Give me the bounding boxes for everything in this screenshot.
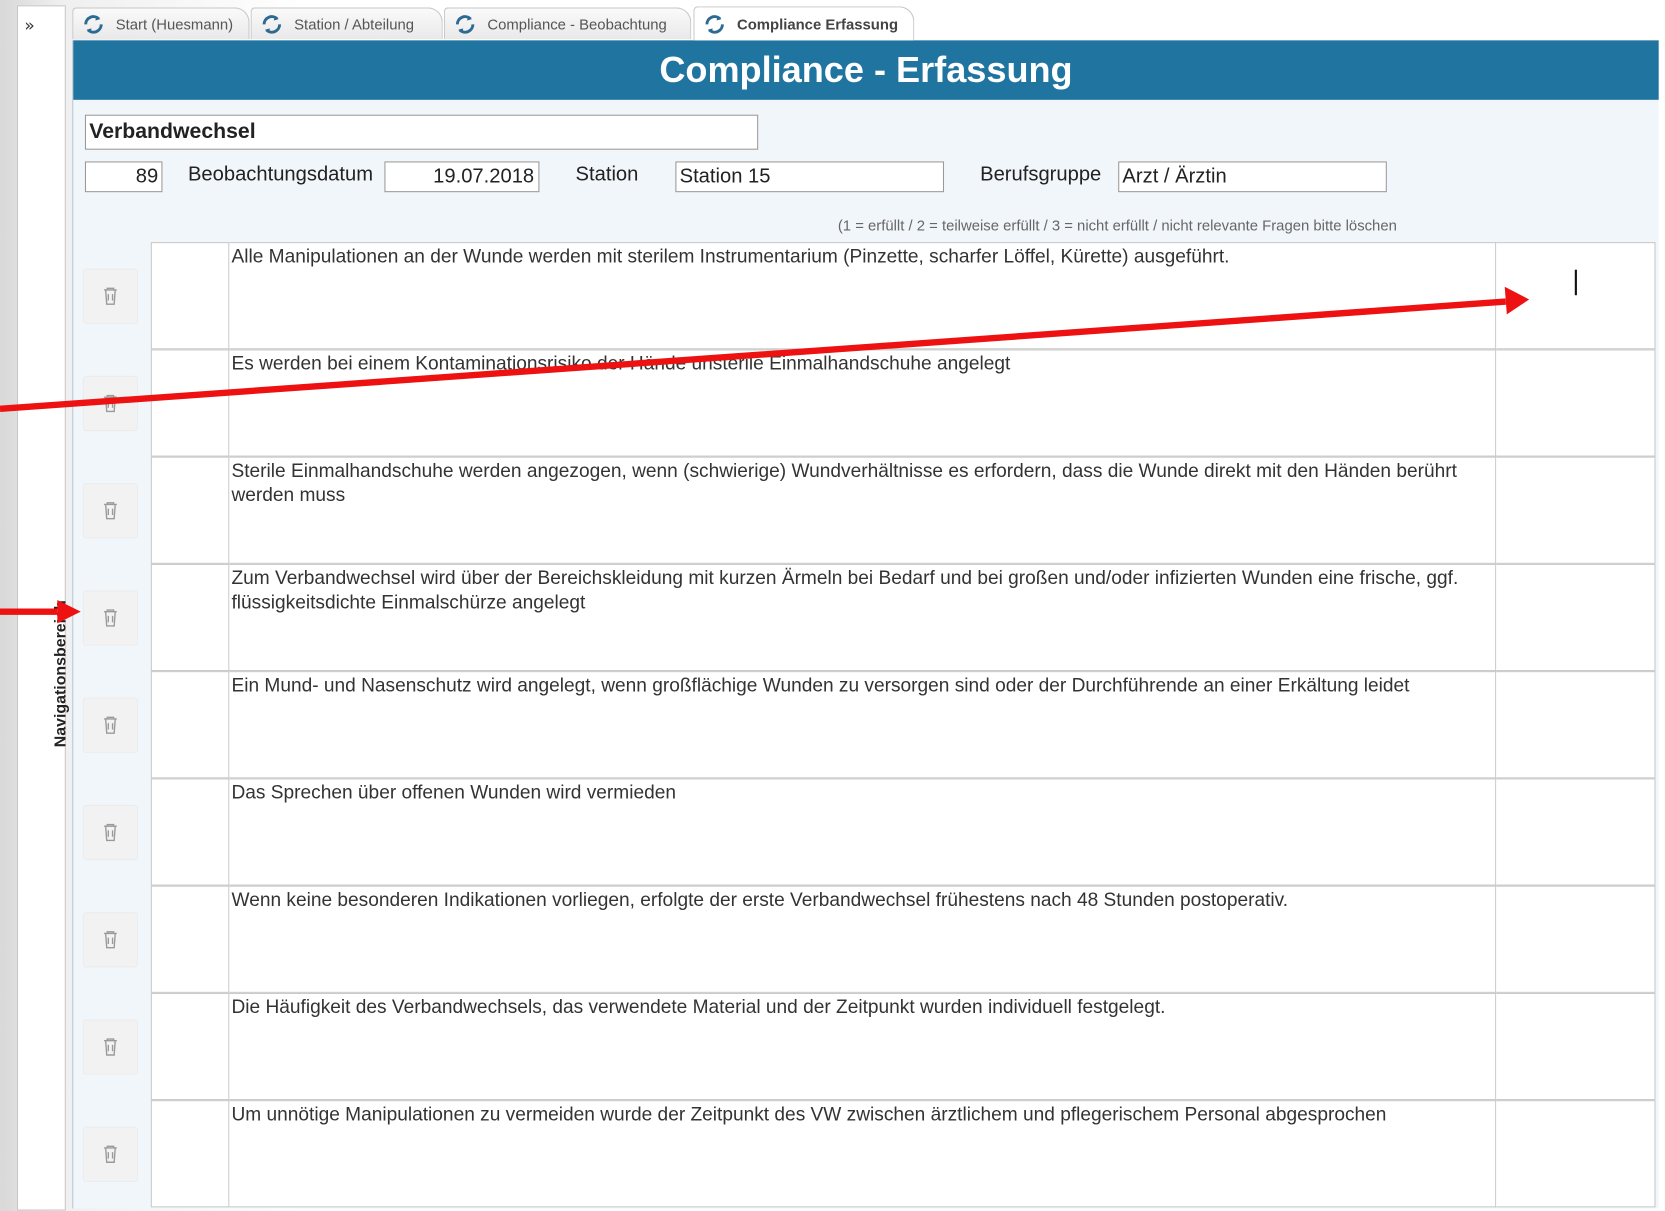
nav-expand-toggle[interactable]: » bbox=[24, 15, 34, 35]
trash-icon bbox=[104, 1145, 117, 1163]
question-row: Es werden bei einem Kontaminationsrisiko… bbox=[73, 349, 1656, 457]
question-text: Zum Verbandwechsel wird über der Bereich… bbox=[229, 563, 1497, 672]
profession-label: Berufsgruppe bbox=[980, 163, 1102, 186]
refresh-icon bbox=[84, 14, 103, 34]
question-row: Alle Manipulationen an der Wunde werden … bbox=[73, 242, 1656, 350]
tab-label: Station / Abteilung bbox=[294, 15, 415, 33]
answer-cell[interactable] bbox=[150, 671, 230, 779]
compliance-form: Compliance - Erfassung Verbandwechsel 89… bbox=[72, 40, 1659, 1209]
question-row: Um unnötige Manipulationen zu vermeiden … bbox=[73, 1100, 1656, 1208]
rating-input[interactable] bbox=[1496, 349, 1656, 457]
rating-input[interactable] bbox=[1496, 778, 1656, 886]
trash-icon bbox=[104, 931, 117, 949]
refresh-icon bbox=[705, 14, 724, 34]
trash-icon bbox=[104, 1038, 117, 1056]
answer-cell[interactable] bbox=[150, 456, 230, 564]
form-title: Compliance - Erfassung bbox=[73, 40, 1659, 100]
delete-row-button[interactable] bbox=[82, 804, 139, 861]
tab-start[interactable]: Start (Huesmann) bbox=[72, 7, 250, 40]
tab-station-abteilung[interactable]: Station / Abteilung bbox=[250, 7, 443, 40]
refresh-icon bbox=[455, 14, 475, 34]
answer-cell[interactable] bbox=[150, 778, 230, 886]
question-row: Zum Verbandwechsel wird über der Bereich… bbox=[73, 563, 1656, 672]
station-label: Station bbox=[575, 163, 639, 186]
question-text: Alle Manipulationen an der Wunde werden … bbox=[229, 242, 1497, 350]
rating-input[interactable] bbox=[1496, 992, 1656, 1101]
answer-cell[interactable] bbox=[150, 992, 230, 1101]
answer-cell[interactable] bbox=[150, 885, 230, 993]
tab-compliance-erfassung[interactable]: Compliance Erfassung bbox=[693, 6, 915, 41]
question-row: Ein Mund- und Nasenschutz wird angelegt,… bbox=[73, 671, 1656, 779]
rating-input[interactable] bbox=[1496, 1100, 1656, 1208]
station-field[interactable]: Station 15 bbox=[675, 161, 945, 193]
question-text: Die Häufigkeit des Verbandwechsels, das … bbox=[229, 992, 1497, 1101]
trash-icon bbox=[104, 502, 117, 520]
tab-label: Compliance - Beobachtung bbox=[487, 15, 667, 33]
question-text: Sterile Einmalhandschuhe werden angezoge… bbox=[229, 456, 1497, 564]
trash-icon bbox=[104, 609, 117, 627]
delete-row-button[interactable] bbox=[82, 1019, 139, 1075]
trash-icon bbox=[104, 716, 117, 734]
delete-row-button[interactable] bbox=[82, 590, 139, 646]
question-text: Um unnötige Manipulationen zu vermeiden … bbox=[229, 1100, 1497, 1208]
answer-cell[interactable] bbox=[150, 349, 230, 457]
rating-legend: (1 = erfüllt / 2 = teilweise erfüllt / 3… bbox=[837, 216, 1397, 234]
trash-icon bbox=[104, 287, 117, 305]
question-row: Sterile Einmalhandschuhe werden angezoge… bbox=[73, 456, 1656, 564]
tab-compliance-beobachtung[interactable]: Compliance - Beobachtung bbox=[443, 7, 692, 40]
text-cursor bbox=[1574, 269, 1577, 296]
rating-input[interactable] bbox=[1496, 563, 1656, 672]
question-text: Ein Mund- und Nasenschutz wird angelegt,… bbox=[229, 671, 1497, 779]
date-field[interactable]: 19.07.2018 bbox=[384, 161, 540, 193]
question-text: Wenn keine besonderen Indikationen vorli… bbox=[229, 885, 1497, 993]
delete-row-button[interactable] bbox=[82, 375, 139, 432]
delete-row-button[interactable] bbox=[82, 1126, 139, 1182]
app-window: » Navigationsbereich Start (Huesmann) St… bbox=[0, 0, 1665, 1211]
observation-id-field[interactable]: 89 bbox=[84, 161, 163, 193]
question-text: Das Sprechen über offenen Wunden wird ve… bbox=[229, 778, 1497, 886]
delete-row-button[interactable] bbox=[82, 268, 139, 324]
rating-input[interactable] bbox=[1496, 885, 1656, 993]
navigation-pane[interactable]: » Navigationsbereich bbox=[16, 5, 70, 1211]
trash-icon bbox=[104, 823, 117, 842]
date-label: Beobachtungsdatum bbox=[187, 163, 374, 186]
refresh-icon bbox=[262, 14, 282, 34]
answer-cell[interactable] bbox=[150, 242, 230, 350]
delete-row-button[interactable] bbox=[82, 912, 139, 968]
trash-icon bbox=[104, 394, 117, 413]
rating-input[interactable] bbox=[1496, 671, 1656, 779]
rating-input[interactable] bbox=[1496, 242, 1656, 350]
topic-field[interactable]: Verbandwechsel bbox=[84, 114, 759, 150]
question-row: Das Sprechen über offenen Wunden wird ve… bbox=[73, 778, 1656, 886]
document-tabs: Start (Huesmann) Station / Abteilung Com… bbox=[70, 5, 1656, 41]
answer-cell[interactable] bbox=[150, 563, 230, 672]
profession-field[interactable]: Arzt / Ärztin bbox=[1118, 161, 1387, 193]
tab-label: Start (Huesmann) bbox=[115, 15, 234, 33]
question-row: Wenn keine besonderen Indikationen vorli… bbox=[73, 885, 1656, 993]
question-row: Die Häufigkeit des Verbandwechsels, das … bbox=[73, 992, 1656, 1101]
navigation-pane-label[interactable]: Navigationsbereich bbox=[52, 568, 70, 780]
delete-row-button[interactable] bbox=[82, 483, 139, 539]
question-text: Es werden bei einem Kontaminationsrisiko… bbox=[229, 349, 1497, 457]
delete-row-button[interactable] bbox=[82, 697, 139, 753]
tab-label: Compliance Erfassung bbox=[736, 15, 899, 33]
rating-input[interactable] bbox=[1496, 456, 1656, 564]
answer-cell[interactable] bbox=[150, 1100, 230, 1208]
